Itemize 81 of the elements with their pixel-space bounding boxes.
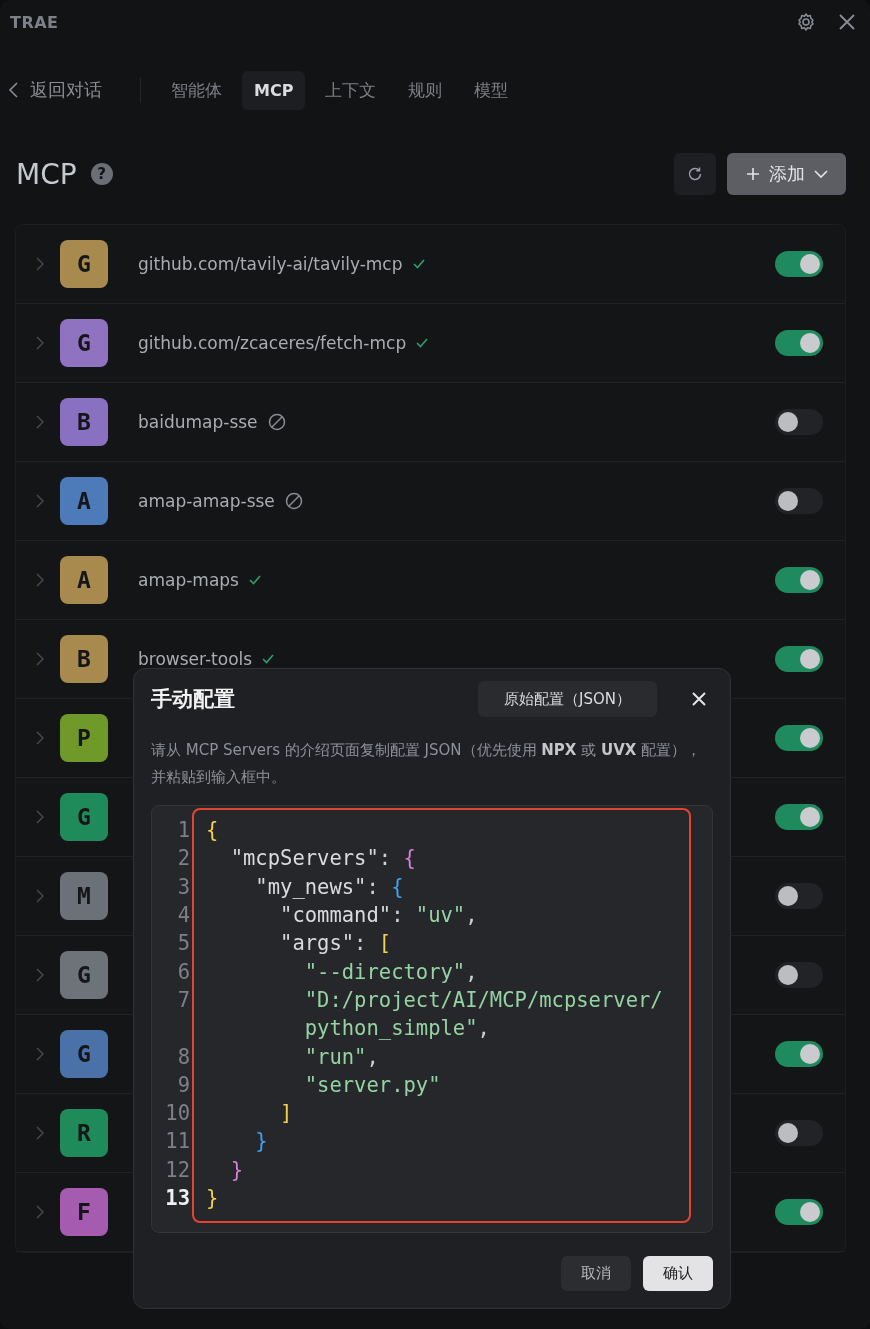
server-name: github.com/zcaceres/fetch-mcp [138,333,407,353]
line-number: 5 [177,931,190,956]
code-line: "D:/project/AI/MCP/mcpserver/ [303,987,663,1012]
toggle-switch[interactable] [775,646,823,672]
back-link[interactable]: 返回对话 [8,78,102,102]
nav-tab[interactable]: MCP [242,70,306,110]
help-icon[interactable]: ? [90,163,113,185]
plus-icon [744,166,761,182]
settings-icon[interactable] [796,12,816,32]
line-number: 4 [177,903,190,928]
code-editor[interactable]: 1 { 2 "mcpServers": { 3 "my_news": { 4 "command": "uv", 5 "args": [ 6 "--directory", 7 "D:/project/AI/MCP/mcpserver/ python_simple", 8 "run", 9 "server.py" 10 ] 11 } 12 } 13 } [151,805,713,1233]
code-line: } [254,1129,268,1154]
app-title: TRAE [10,12,59,32]
line-number: 10 [165,1101,190,1126]
server-avatar: A [60,477,108,525]
add-button[interactable]: 添加 [727,153,846,195]
refresh-icon [686,165,704,183]
line-number: 11 [165,1129,190,1154]
server-avatar: B [60,398,108,446]
line-number: 1 [177,818,190,843]
code-line: "mcpServers": { [229,846,416,871]
code-line: "command": "uv", [279,903,478,928]
nav-tab[interactable]: 上下文 [313,68,389,112]
line-number: 6 [177,959,190,984]
confirm-button[interactable]: 确认 [643,1256,713,1291]
back-icon[interactable] [8,81,20,99]
nav-tab[interactable]: 智能体 [159,68,234,112]
server-avatar: G [60,951,108,999]
nav-tab[interactable]: 模型 [462,68,521,112]
toggle-switch[interactable] [775,251,823,277]
server-avatar: R [60,1109,108,1157]
server-avatar: B [60,635,108,683]
toggle-switch[interactable] [775,567,823,593]
refresh-button[interactable] [674,153,716,195]
dialog-title: 手动配置 [151,686,235,713]
toggle-switch[interactable] [775,409,823,435]
server-avatar: G [60,319,108,367]
server-name: amap-maps [138,570,239,590]
line-number: 13 [165,1186,190,1210]
page-title: MCP [16,157,77,191]
cancel-button[interactable]: 取消 [561,1256,631,1291]
toggle-switch[interactable] [775,1120,823,1146]
server-name: baidumap-sse [138,412,258,432]
line-number: 2 [177,846,190,871]
toggle-switch[interactable] [775,962,823,988]
line-number: 7 [177,987,190,1012]
code-line: "server.py" [303,1072,441,1097]
toggle-switch[interactable] [775,725,823,751]
server-avatar: F [60,1188,108,1236]
close-icon[interactable] [838,13,856,31]
server-avatar: G [60,240,108,288]
line-number: 9 [177,1072,190,1097]
toggle-switch[interactable] [775,330,823,356]
toggle-switch[interactable] [775,1041,823,1067]
line-number: 12 [165,1157,190,1182]
server-name: browser-tools [138,649,253,669]
toggle-switch[interactable] [775,804,823,830]
server-avatar: A [60,556,108,604]
code-line: ] [279,1101,293,1126]
code-line: python_simple", [303,1016,490,1041]
line-number: 8 [177,1044,190,1069]
toggle-switch[interactable] [775,488,823,514]
code-line: "my_news": { [254,874,404,899]
server-avatar: G [60,793,108,841]
server-avatar: P [60,714,108,762]
code-line: "--directory", [303,959,478,984]
server-name: github.com/tavily-ai/tavily-mcp [138,254,403,274]
raw-config-button[interactable]: 原始配置（JSON） [478,681,657,717]
code-line: } [206,1186,219,1210]
line-number: 3 [177,874,190,899]
toggle-switch[interactable] [775,883,823,909]
code-line: { [206,818,219,843]
nav-tab[interactable]: 规则 [396,68,455,112]
toggle-switch[interactable] [775,1199,823,1225]
server-name: amap-amap-sse [138,491,275,511]
dialog-description: 请从 MCP Servers 的介绍页面复制配置 JSON（优先使用 NPX 或 UVX 配置），并粘贴到输入框中。 [151,740,703,788]
server-avatar: G [60,1030,108,1078]
code-line: } [229,1157,244,1182]
code-line: "args": [ [279,931,392,956]
server-avatar: M [60,872,108,920]
code-line: "run", [303,1044,379,1069]
